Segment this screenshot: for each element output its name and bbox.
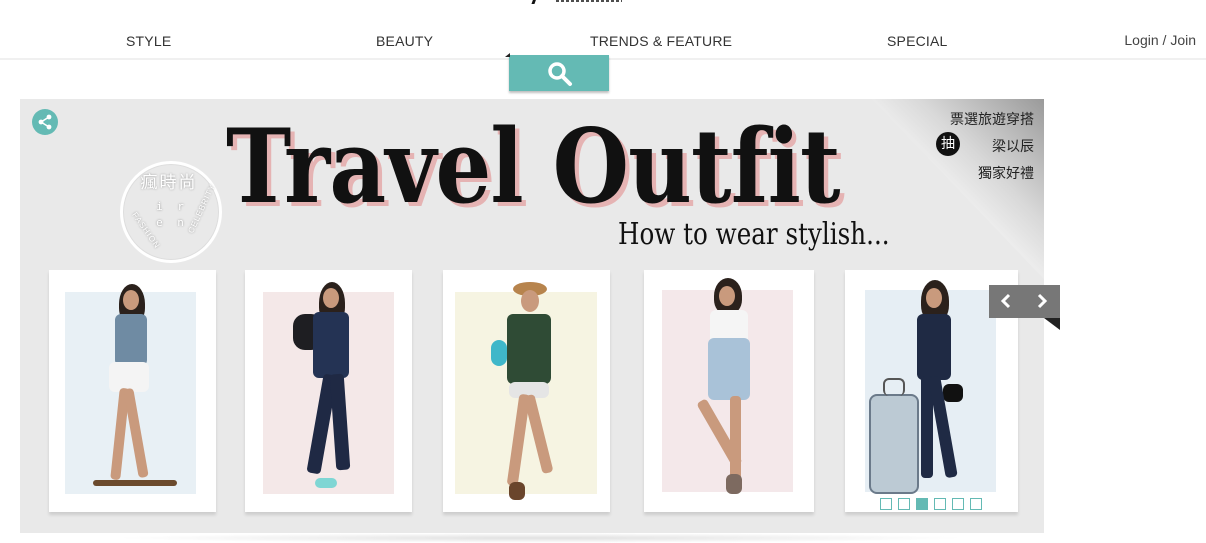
outfit-card-3[interactable]: [443, 270, 610, 512]
nav-item-beauty[interactable]: BEAUTY: [376, 33, 433, 49]
logo-wordmark: [556, 0, 622, 2]
badge-title: 瘋時尚: [140, 173, 198, 193]
banner-title: Travel Outfit: [226, 107, 841, 227]
pagination-dot[interactable]: [970, 498, 982, 510]
pagination-dot[interactable]: [880, 498, 892, 510]
nav-item-style[interactable]: STYLE: [126, 33, 171, 49]
model-photo: [285, 282, 375, 504]
celebrity-fashion-badge: 瘋時尚 i r e n FASHION CELEBRITY: [120, 161, 222, 263]
pagination-dot[interactable]: [898, 498, 910, 510]
outfit-card-4[interactable]: [644, 270, 814, 512]
promo-line-2[interactable]: 梁以辰: [992, 136, 1034, 156]
pagination-dot-active[interactable]: [916, 498, 928, 510]
pagination-dot[interactable]: [934, 498, 946, 510]
outfit-card-1[interactable]: [49, 270, 216, 512]
carousel-next-button[interactable]: [1025, 285, 1060, 318]
banner-subtitle: How to wear stylish...: [618, 217, 890, 252]
model-photo: [684, 278, 774, 504]
site-logo[interactable]: [528, 0, 628, 6]
promo-draw-badge: 抽: [936, 132, 960, 156]
nav-item-trends-feature[interactable]: TRENDS & FEATURE: [590, 33, 732, 49]
chevron-right-icon: [1037, 293, 1048, 309]
badge-row-1: i r: [156, 200, 188, 213]
chevron-left-icon: [1000, 293, 1011, 309]
model-photo: [89, 284, 179, 504]
pagination-dot[interactable]: [952, 498, 964, 510]
nav-item-special[interactable]: SPECIAL: [887, 33, 948, 49]
promo-line-3[interactable]: 獨家好禮: [978, 163, 1034, 183]
search-button[interactable]: [505, 53, 609, 91]
search-icon: [548, 62, 572, 86]
logo-mark: [531, 0, 550, 4]
share-icon[interactable]: [32, 109, 58, 135]
model-photo: [487, 278, 577, 504]
carousel-controls: [989, 285, 1060, 330]
outfit-card-2[interactable]: [245, 270, 412, 512]
carousel-prev-button[interactable]: [989, 285, 1024, 318]
login-join-link[interactable]: Login / Join: [1124, 32, 1196, 48]
promo-line-1[interactable]: 票選旅遊穿搭: [950, 109, 1034, 129]
model-photo: [865, 280, 1005, 504]
banner-shadow: [110, 533, 970, 543]
